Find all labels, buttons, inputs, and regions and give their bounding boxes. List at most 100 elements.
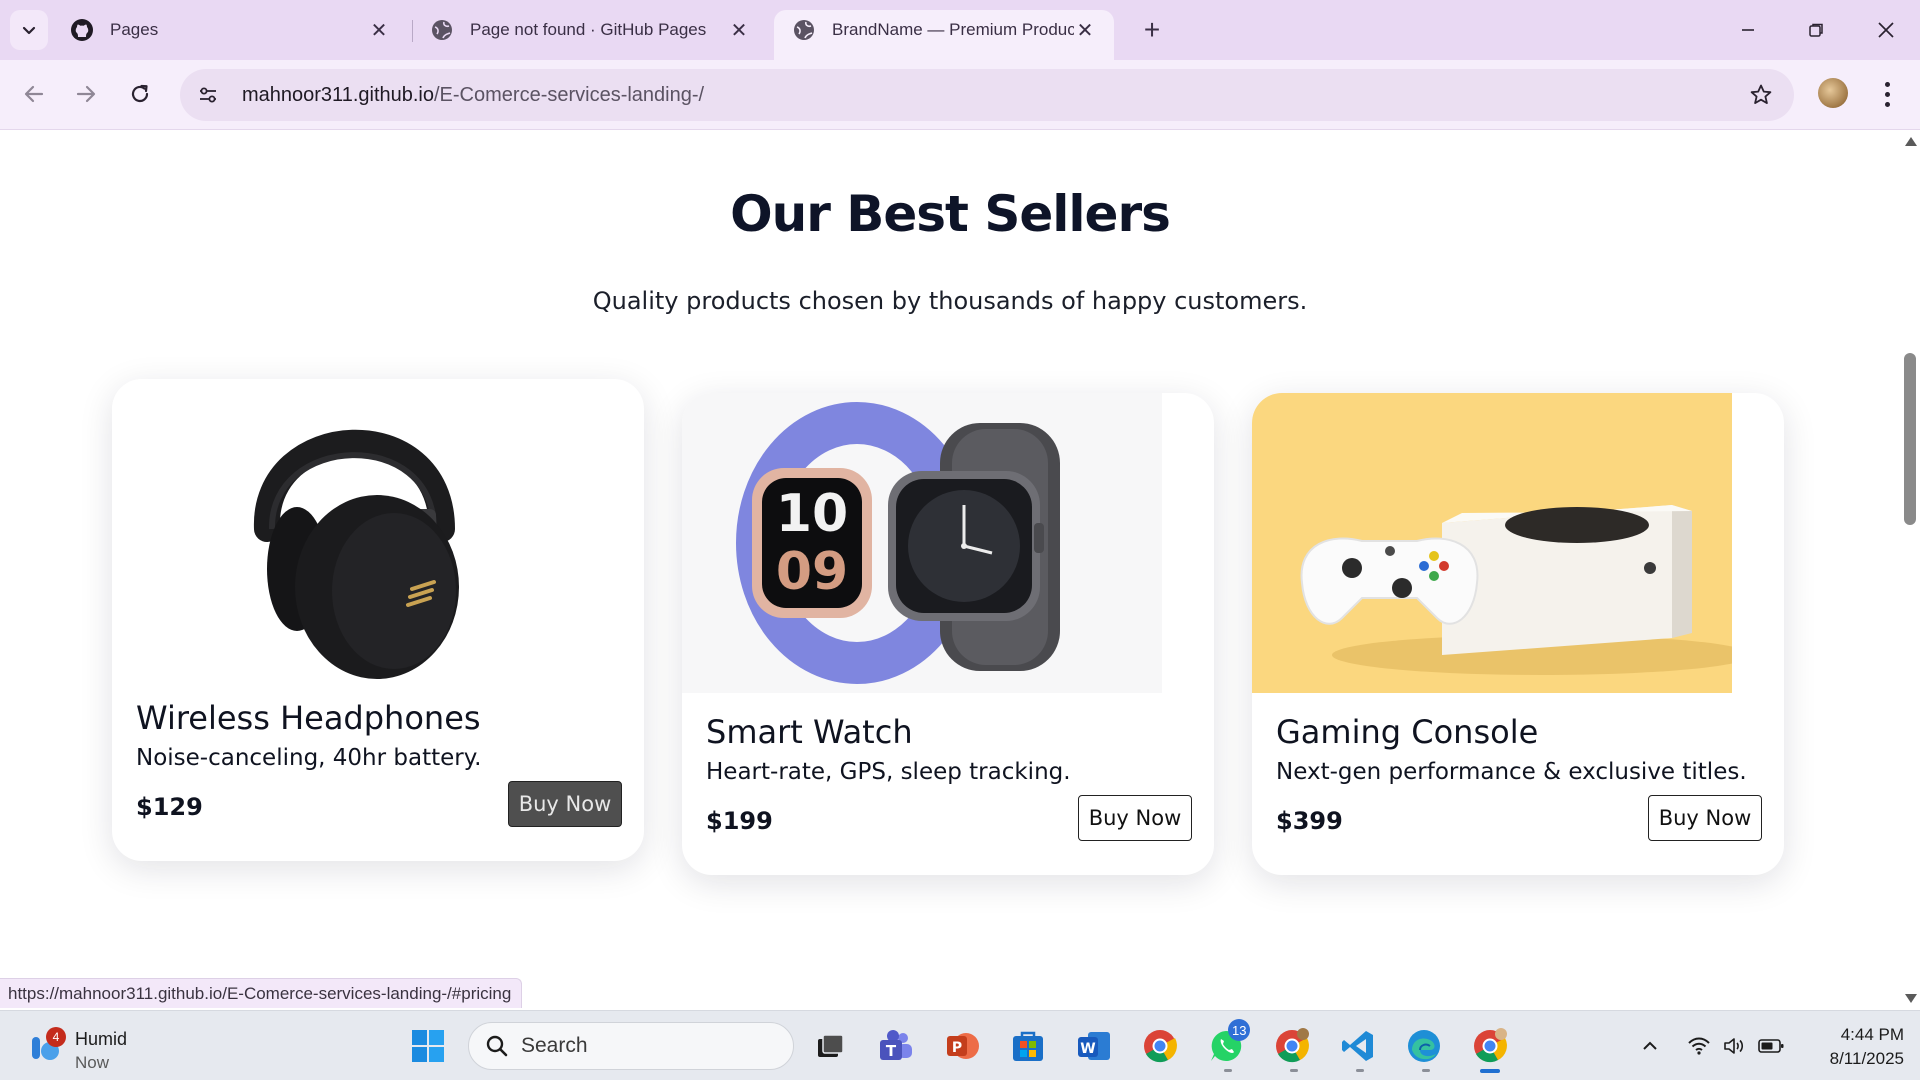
buy-now-button[interactable]: Buy Now [1078,795,1192,841]
close-icon [1878,22,1894,38]
buy-now-button[interactable]: Buy Now [508,781,622,827]
chrome-icon [1474,1028,1507,1063]
vscode-app[interactable] [1338,1026,1378,1066]
chevron-down-icon [22,26,36,35]
address-bar[interactable]: mahnoor311.github.io/E-Comerce-services-… [180,69,1794,121]
volume-status[interactable] [1720,1033,1750,1059]
product-card-console[interactable]: Gaming Console Next-gen performance & ex… [1252,393,1784,875]
url-host: mahnoor311.github.io [242,83,434,106]
minimize-button[interactable] [1722,8,1774,52]
status-bar-link: https://mahnoor311.github.io/E-Comerce-s… [0,978,523,1008]
task-view-icon [818,1034,844,1057]
windows-taskbar: 4 Humid Now Search T P W 13 4:44 PM 8/11… [0,1010,1920,1080]
system-clock[interactable]: 4:44 PM 8/11/2025 [1790,1023,1904,1071]
running-indicator [1290,1069,1298,1072]
powerpoint-app[interactable]: P [942,1026,982,1066]
tab-brandname[interactable]: BrandName — Premium Produc ✕ [774,10,1114,60]
chrome-profile-app[interactable] [1272,1026,1312,1066]
search-placeholder: Search [521,1034,588,1057]
product-name: Wireless Headphones [136,699,481,737]
word-app[interactable]: W [1074,1026,1114,1066]
product-price: $399 [1276,807,1343,835]
section-subtitle: Quality products chosen by thousands of … [592,287,1308,315]
url-path: /E-Comerce-services-landing-/ [434,83,705,106]
reload-button[interactable] [120,74,160,114]
product-description: Noise-canceling, 40hr battery. [136,745,482,771]
svg-text:T: T [886,1042,897,1060]
edge-app[interactable] [1404,1026,1444,1066]
teams-app[interactable]: T [876,1026,916,1066]
battery-icon [1758,1039,1784,1053]
microsoft-store-icon [1013,1031,1043,1061]
whatsapp-badge: 13 [1228,1019,1251,1041]
buy-now-button[interactable]: Buy Now [1648,795,1762,841]
scroll-down-arrow-icon[interactable] [1905,994,1917,1003]
clock-date: 8/11/2025 [1829,1049,1904,1068]
clock-time: 4:44 PM [1840,1025,1904,1044]
page-viewport: Our Best Sellers Quality products chosen… [0,131,1900,1009]
tab-strip: Pages ✕ Page not found · GitHub Pages ✕ … [0,0,1920,60]
scroll-thumb[interactable] [1904,353,1916,525]
reload-icon [131,84,149,103]
product-name: Gaming Console [1276,713,1539,751]
tab-page-not-found[interactable]: Page not found · GitHub Pages ✕ [412,10,768,50]
back-button[interactable] [14,74,54,114]
forward-arrow-icon [76,85,96,103]
weather-condition: Humid [75,1029,128,1049]
product-card-headphones[interactable]: Wireless Headphones Noise-canceling, 40h… [112,379,644,861]
wifi-status[interactable] [1684,1033,1714,1059]
store-app[interactable] [1008,1026,1048,1066]
smartwatch-image: 10 09 [682,393,1162,693]
bookmark-star-icon[interactable] [1746,80,1776,110]
powerpoint-icon: P [947,1033,979,1059]
chrome-icon [1144,1030,1177,1063]
svg-text:P: P [952,1040,962,1056]
running-indicator [1356,1069,1364,1072]
task-view-button[interactable] [810,1026,850,1066]
restore-button[interactable] [1790,8,1842,52]
url-text: mahnoor311.github.io/E-Comerce-services-… [242,84,704,107]
globe-icon [430,18,454,42]
svg-text:10: 10 [776,484,848,544]
restore-icon [1809,23,1823,37]
forward-button[interactable] [66,74,106,114]
running-indicator [1224,1069,1232,1072]
page-scrollbar[interactable] [1900,131,1920,1009]
show-hidden-icons[interactable] [1636,1033,1664,1059]
chrome-active-app[interactable] [1470,1026,1510,1066]
back-arrow-icon [24,85,44,103]
chevron-up-icon [1643,1041,1657,1050]
close-tab-icon[interactable]: ✕ [1074,18,1096,43]
speaker-icon [1724,1038,1744,1054]
close-window-button[interactable] [1860,8,1912,52]
search-icon [486,1035,508,1057]
github-icon [70,18,94,42]
product-description: Heart-rate, GPS, sleep tracking. [706,759,1071,785]
close-tab-icon[interactable]: ✕ [368,18,390,43]
weather-widget[interactable]: 4 Humid Now [24,1021,164,1072]
vscode-icon [1342,1031,1373,1061]
word-icon: W [1078,1032,1110,1060]
teams-icon: T [880,1030,912,1060]
battery-status[interactable] [1756,1033,1786,1059]
tab-search-button[interactable] [10,10,48,50]
svg-text:09: 09 [776,542,848,602]
svg-text:W: W [1080,1041,1095,1057]
product-card-smartwatch[interactable]: 10 09 Smart Watch Heart-rate, GPS, sleep… [682,393,1214,875]
new-tab-button[interactable]: + [1134,12,1170,48]
tab-pages[interactable]: Pages ✕ [52,10,408,50]
notification-badge: 4 [46,1027,66,1047]
scroll-up-arrow-icon[interactable] [1905,137,1917,146]
minimize-icon [1742,29,1754,31]
chrome-app[interactable] [1140,1026,1180,1066]
profile-avatar[interactable] [1818,78,1848,108]
site-info-icon[interactable] [188,75,228,115]
close-tab-icon[interactable]: ✕ [728,18,750,43]
start-button[interactable] [408,1026,448,1066]
tab-title: BrandName — Premium Produc [832,20,1074,39]
active-app-indicator [1480,1069,1500,1073]
taskbar-search[interactable]: Search [468,1022,794,1070]
product-name: Smart Watch [706,713,913,751]
globe-icon [792,18,816,42]
browser-menu-icon[interactable] [1872,76,1902,112]
